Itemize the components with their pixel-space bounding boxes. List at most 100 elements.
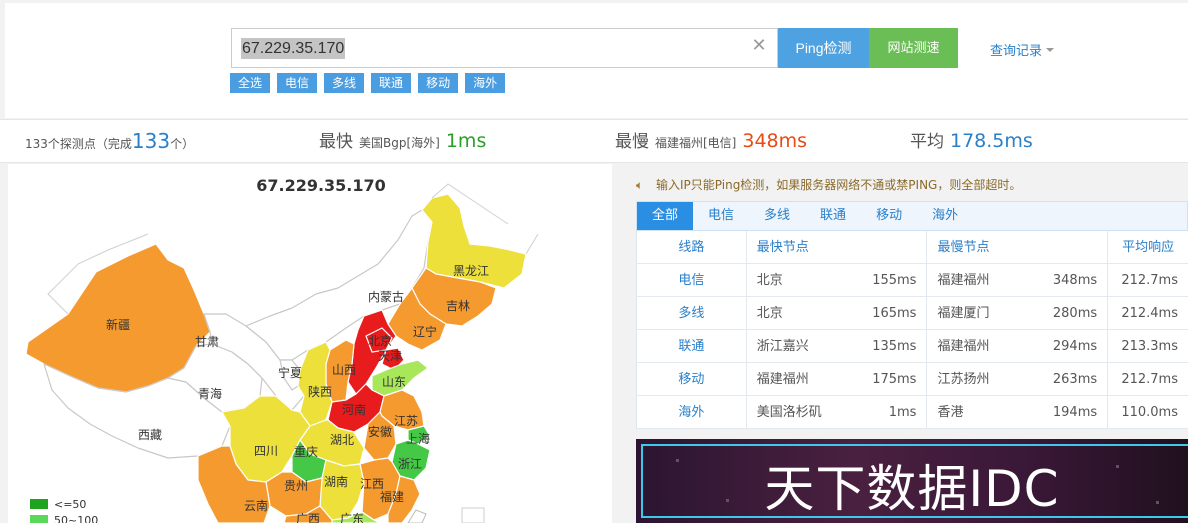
row-average: 212.4ms	[1121, 306, 1178, 321]
average-label: 平均	[910, 132, 944, 152]
province-label-fujian: 福建	[380, 489, 404, 504]
probe-count-done: 133	[131, 129, 171, 153]
header-line: 线路	[637, 231, 747, 263]
row-fastest: 北京 165ms	[747, 297, 928, 329]
province-label-ningxia: 宁夏	[278, 365, 302, 380]
province-label-jilin: 吉林	[446, 299, 470, 313]
province-label-jiangsu: 江苏	[394, 414, 418, 428]
fastest-node: 美国Bgp[海外]	[359, 136, 440, 150]
province-label-neimenggu: 内蒙古	[368, 289, 404, 304]
header-fastest-label: 最快节点	[756, 240, 809, 255]
row-average: 212.7ms	[1121, 372, 1178, 387]
row-line[interactable]: 移动	[637, 363, 747, 395]
tab-multiline[interactable]: 多线	[749, 202, 805, 230]
tab-telecom[interactable]: 电信	[693, 202, 749, 230]
tab-all[interactable]: 全部	[637, 202, 694, 230]
idc-ad-banner[interactable]: 天下数据IDC	[636, 439, 1188, 523]
slow-node: 福建福州	[937, 339, 990, 354]
row-line[interactable]: 联通	[637, 330, 747, 362]
slow-ms: 280ms	[1052, 306, 1098, 321]
row-slowest: 福建福州 348ms	[927, 264, 1109, 296]
fast-node: 浙江嘉兴	[756, 339, 809, 354]
slow-node: 福建福州	[937, 273, 990, 288]
fastest-value: 1ms	[445, 130, 487, 152]
close-icon[interactable]: ✕	[751, 37, 767, 55]
header-fastest: 最快节点	[747, 231, 928, 263]
province-label-hunan: 湖南	[324, 474, 348, 489]
results-table: 线路 最快节点 最慢节点 平均响应 电信 北京 155ms 福建福州 348ms 2…	[636, 231, 1188, 429]
table-header: 线路 最快节点 最慢节点 平均响应	[637, 231, 1188, 264]
fast-node: 美国洛杉矶	[756, 405, 822, 420]
province-label-guizhou: 贵州	[284, 479, 308, 493]
slow-node: 福建厦门	[937, 306, 990, 321]
fast-node: 北京	[756, 306, 783, 321]
ping-check-button[interactable]: Ping检测	[778, 28, 869, 68]
province-label-anhui: 安徽	[368, 424, 392, 439]
province-label-guangdong: 广东	[340, 512, 364, 523]
query-history-dropdown[interactable]: 查询记录	[990, 40, 1055, 59]
slowest-node: 福建福州[电信]	[655, 136, 737, 150]
filter-all[interactable]: 全选	[230, 73, 271, 93]
probe-count: 133个探测点（完成133个）	[25, 120, 194, 165]
province-label-shandong: 山东	[382, 375, 406, 389]
china-latency-map: 67.229.35.170 新疆 西藏 青海 甘肃 内蒙古 黑龙江 吉林 辽宁 …	[8, 164, 612, 523]
line-tabs: 全部 电信 多线 联通 移动 海外	[636, 201, 1188, 231]
search-field[interactable]: 67.229.35.170	[231, 28, 778, 68]
row-average: 212.7ms	[1121, 273, 1178, 288]
province-label-shanxi: 山西	[332, 363, 356, 377]
filter-multiline[interactable]: 多线	[324, 73, 365, 93]
row-fastest: 美国洛杉矶 1ms	[747, 396, 928, 428]
fast-ms: 135ms	[872, 339, 917, 354]
map-legend: <=50 50~100	[30, 496, 98, 523]
fastest-stat: 最快 美国Bgp[海外] 1ms	[319, 120, 486, 164]
table-row: 海外 美国洛杉矶 1ms 香港 194ms 110.0ms	[637, 396, 1188, 429]
legend-label: <=50	[54, 497, 87, 511]
legend-swatch-1	[30, 515, 48, 523]
slowest-label: 最慢	[615, 132, 649, 152]
site-speed-button[interactable]: 网站测速	[869, 28, 958, 68]
header-slowest-label: 最慢节点	[937, 240, 990, 255]
chevron-down-icon	[1046, 48, 1055, 52]
slowest-stat: 最慢 福建福州[电信] 348ms	[615, 120, 807, 164]
row-line[interactable]: 海外	[637, 396, 747, 428]
tab-mobile[interactable]: 移动	[861, 202, 917, 230]
row-line[interactable]: 多线	[637, 297, 747, 329]
slow-ms: 194ms	[1052, 405, 1098, 420]
province-label-sichuan: 四川	[254, 444, 278, 458]
fast-ms: 165ms	[872, 306, 917, 321]
query-history-label: 查询记录	[990, 44, 1043, 59]
province-label-beijing: 北京	[368, 334, 392, 348]
row-fastest: 福建福州 175ms	[747, 363, 928, 395]
table-row: 电信 北京 155ms 福建福州 348ms 212.7ms	[637, 264, 1188, 297]
legend-item: 50~100	[30, 512, 98, 523]
province-hunan[interactable]	[319, 459, 365, 521]
south-sea-inset	[461, 507, 485, 523]
tab-unicom[interactable]: 联通	[805, 202, 861, 230]
province-label-jiangxi: 江西	[360, 477, 384, 491]
province-label-henan: 河南	[342, 402, 366, 417]
province-label-gansu: 甘肃	[195, 335, 219, 349]
filter-overseas[interactable]: 海外	[465, 73, 506, 93]
header-slowest: 最慢节点	[927, 231, 1109, 263]
table-row: 多线 北京 165ms 福建厦门 280ms 212.4ms	[637, 297, 1188, 330]
legend-label: 50~100	[54, 513, 99, 523]
filter-unicom[interactable]: 联通	[371, 73, 412, 93]
filter-telecom[interactable]: 电信	[277, 73, 318, 93]
filter-mobile[interactable]: 移动	[418, 73, 459, 93]
fast-node: 福建福州	[756, 372, 809, 387]
row-fastest: 北京 155ms	[747, 264, 928, 296]
fast-ms: 1ms	[888, 405, 917, 420]
row-average: 213.3ms	[1121, 339, 1178, 354]
province-label-chongqing: 重庆	[294, 445, 318, 459]
speaker-icon: 🔈︎	[636, 178, 644, 192]
slow-ms: 348ms	[1052, 273, 1098, 288]
fast-node: 北京	[756, 273, 783, 288]
province-label-qinghai: 青海	[198, 386, 222, 401]
slow-node: 江苏扬州	[937, 372, 990, 387]
china-map-svg: 新疆西藏 青海 甘肃 内蒙古 黑龙江吉林辽宁北京天津山西山东 宁夏陕西河南江苏安徽 上海 湖北…	[25, 183, 539, 523]
slowest-value: 348ms	[742, 130, 808, 152]
province-label-heilongjiang: 黑龙江	[453, 264, 489, 278]
tab-overseas[interactable]: 海外	[917, 202, 973, 230]
row-line[interactable]: 电信	[637, 264, 747, 296]
search-input[interactable]: 67.229.35.170	[241, 38, 346, 59]
